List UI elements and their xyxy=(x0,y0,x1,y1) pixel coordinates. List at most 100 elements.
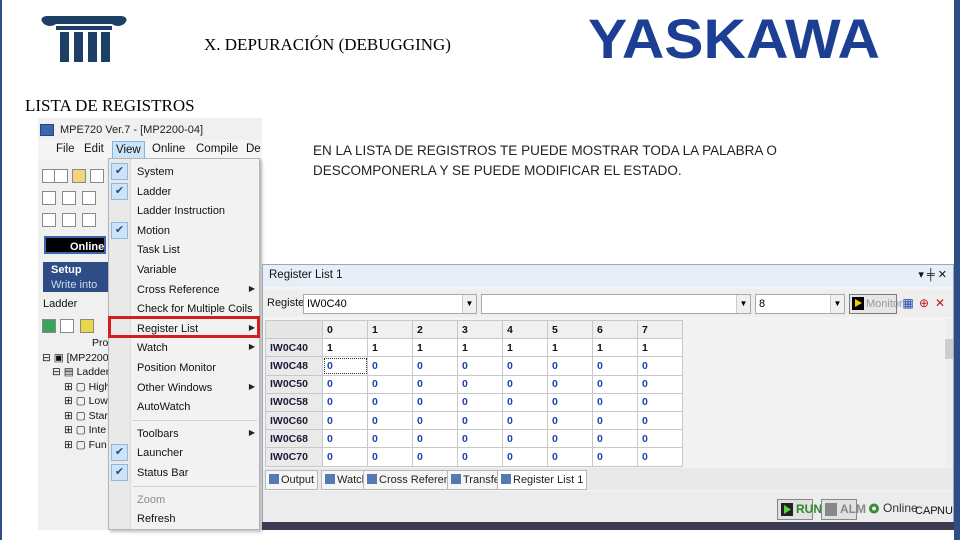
register-bit-cell[interactable]: 0 xyxy=(547,429,593,449)
register-bit-cell[interactable]: 0 xyxy=(502,392,548,412)
register-bit-cell[interactable]: 0 xyxy=(457,356,503,376)
register-bit-cell[interactable]: 1 xyxy=(592,338,638,358)
register-bit-cell[interactable]: 0 xyxy=(322,410,368,431)
register-bit-cell[interactable]: 1 xyxy=(547,338,593,358)
register-bit-cell[interactable]: 0 xyxy=(367,356,413,376)
register-bit-cell[interactable]: 0 xyxy=(592,392,638,412)
register-address-cell[interactable]: IW0C68 xyxy=(265,429,323,449)
register-bit-cell[interactable]: 0 xyxy=(367,374,413,394)
tag-tool-icon[interactable] xyxy=(80,319,94,333)
register-bit-cell[interactable]: 0 xyxy=(412,374,458,394)
register-bit-cell[interactable]: 0 xyxy=(592,374,638,394)
register-bit-cell[interactable]: 0 xyxy=(637,410,683,431)
register-bit-cell[interactable]: 0 xyxy=(322,447,368,467)
register-bit-cell[interactable]: 0 xyxy=(367,447,413,467)
online-button[interactable]: Online xyxy=(44,236,106,254)
register-bit-cell[interactable]: 0 xyxy=(637,356,683,376)
register-comment-combo[interactable]: ▼ xyxy=(481,294,751,314)
register-bit-cell[interactable]: 0 xyxy=(322,392,368,412)
save-icon[interactable] xyxy=(90,169,104,183)
menu-view[interactable]: View xyxy=(112,141,145,159)
register-bit-cell[interactable]: 0 xyxy=(457,374,503,394)
register-address-cell[interactable]: IW0C48 xyxy=(265,356,323,376)
menu-item-refresh[interactable]: Refresh xyxy=(109,509,259,528)
tree-node-low[interactable]: ⊞ ▢ Low xyxy=(42,394,114,409)
tab-output[interactable]: Output xyxy=(265,470,319,490)
menu-item-toolbars[interactable]: Toolbars ▶ xyxy=(109,424,259,443)
menu-edit[interactable]: Edit xyxy=(84,143,104,155)
register-bit-cell[interactable]: 0 xyxy=(412,356,458,376)
tree-node-ladder[interactable]: ⊟ ▤ Ladder xyxy=(42,365,114,380)
menu-item-system[interactable]: ✔ System xyxy=(109,162,259,181)
register-address-cell[interactable]: IW0C40 xyxy=(265,338,323,358)
register-bit-cell[interactable]: 0 xyxy=(457,447,503,467)
register-address-cell[interactable]: IW0C70 xyxy=(265,447,323,467)
register-bit-cell[interactable]: 0 xyxy=(367,429,413,449)
register-bit-cell[interactable]: 0 xyxy=(592,447,638,467)
menu-compile[interactable]: Compile xyxy=(196,143,238,155)
register-bit-cell[interactable]: 1 xyxy=(367,338,413,358)
register-bit-cell[interactable]: 0 xyxy=(502,410,548,431)
scrollbar-thumb[interactable] xyxy=(945,339,953,359)
register-bit-cell[interactable]: 1 xyxy=(502,338,548,358)
tree-node-start[interactable]: ⊞ ▢ Star xyxy=(42,409,114,424)
menu-item-watch[interactable]: Watch ▶ xyxy=(109,338,259,357)
register-bit-cell[interactable]: 0 xyxy=(322,356,368,376)
register-bit-cell[interactable]: 1 xyxy=(637,338,683,358)
write-into-item[interactable]: Write into xyxy=(43,278,113,292)
menu-item-ladder[interactable]: ✔ Ladder xyxy=(109,182,259,201)
tree-node-function[interactable]: ⊞ ▢ Fun xyxy=(42,438,114,453)
menu-item-task-list[interactable]: Task List xyxy=(109,240,259,259)
setup-tab[interactable]: Setup xyxy=(43,262,113,278)
register-bit-cell[interactable]: 0 xyxy=(502,374,548,394)
register-address-cell[interactable]: IW0C60 xyxy=(265,410,323,431)
delete-icon[interactable]: ✕ xyxy=(933,294,947,312)
menu-item-ladder-instruction[interactable]: Ladder Instruction xyxy=(109,201,259,220)
register-bit-cell[interactable]: 1 xyxy=(457,338,503,358)
register-bit-cell[interactable]: 0 xyxy=(547,447,593,467)
register-bit-cell[interactable]: 0 xyxy=(637,392,683,412)
register-bit-cell[interactable]: 0 xyxy=(637,447,683,467)
find-icon[interactable] xyxy=(82,213,96,227)
menu-item-cross-reference[interactable]: Cross Reference ▶ xyxy=(109,280,259,299)
register-bit-cell[interactable]: 0 xyxy=(322,429,368,449)
register-bit-cell[interactable]: 0 xyxy=(547,410,593,431)
register-bit-cell[interactable]: 0 xyxy=(637,429,683,449)
new-file-icon[interactable] xyxy=(54,169,68,183)
register-address-cell[interactable]: IW0C58 xyxy=(265,392,323,412)
menu-online[interactable]: Online xyxy=(152,143,185,155)
register-bit-cell[interactable]: 1 xyxy=(412,338,458,358)
open-folder-icon[interactable] xyxy=(72,169,86,183)
register-bit-cell[interactable]: 0 xyxy=(547,356,593,376)
menu-debug[interactable]: De xyxy=(246,143,261,155)
register-bit-cell[interactable]: 0 xyxy=(412,447,458,467)
tab-register-list[interactable]: Register List 1 xyxy=(497,470,588,490)
menu-item-motion[interactable]: ✔ Motion xyxy=(109,221,259,240)
indent-icon[interactable] xyxy=(42,213,56,227)
tree-node-high[interactable]: ⊞ ▢ High xyxy=(42,380,114,395)
window-controls[interactable]: ▾ ╪ ✕ xyxy=(918,268,947,281)
menu-item-position-monitor[interactable]: Position Monitor xyxy=(109,358,259,377)
chevron-down-icon[interactable]: ▼ xyxy=(462,295,476,313)
register-bit-cell[interactable]: 0 xyxy=(592,356,638,376)
size-combo[interactable]: 8 ▼ xyxy=(755,294,845,314)
register-bit-cell[interactable]: 0 xyxy=(502,447,548,467)
register-bit-cell[interactable]: 0 xyxy=(322,374,368,394)
register-bit-cell[interactable]: 0 xyxy=(457,410,503,431)
register-bit-cell[interactable]: 0 xyxy=(502,429,548,449)
menu-item-variable[interactable]: Variable xyxy=(109,260,259,279)
register-bit-cell[interactable]: 0 xyxy=(547,392,593,412)
register-bit-cell[interactable]: 0 xyxy=(457,429,503,449)
menu-file[interactable]: File xyxy=(56,143,75,155)
register-bit-cell[interactable]: 0 xyxy=(367,410,413,431)
register-bit-cell[interactable]: 0 xyxy=(502,356,548,376)
vertical-scrollbar[interactable] xyxy=(945,319,953,469)
chevron-down-icon[interactable]: ▼ xyxy=(736,295,750,313)
menu-item-other-windows[interactable]: Other Windows ▶ xyxy=(109,378,259,397)
monitor-button[interactable]: Monitor xyxy=(849,294,903,314)
register-bit-cell[interactable]: 0 xyxy=(547,374,593,394)
paste-icon[interactable] xyxy=(82,191,96,205)
menu-item-status-bar[interactable]: ✔ Status Bar xyxy=(109,463,259,482)
ladder-tool-icon[interactable] xyxy=(42,319,56,333)
register-address-combo[interactable]: IW0C40 ▼ xyxy=(303,294,477,314)
